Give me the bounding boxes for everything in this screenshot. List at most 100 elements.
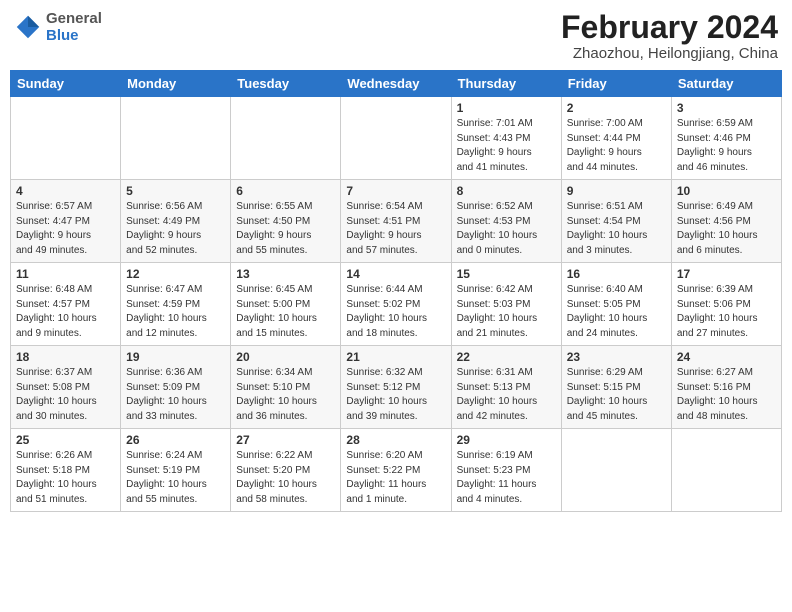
day-info: Sunrise: 6:34 AM Sunset: 5:10 PM Dayligh… — [236, 366, 335, 424]
day-number: 2 — [567, 101, 666, 115]
day-info: Sunrise: 6:57 AM Sunset: 4:47 PM Dayligh… — [16, 200, 115, 258]
day-info: Sunrise: 6:36 AM Sunset: 5:09 PM Dayligh… — [126, 366, 225, 424]
calendar-week-1: 1Sunrise: 7:01 AM Sunset: 4:43 PM Daylig… — [11, 97, 782, 180]
day-info: Sunrise: 6:40 AM Sunset: 5:05 PM Dayligh… — [567, 283, 666, 341]
page-header: General Blue February 2024 Zhaozhou, Hei… — [10, 10, 782, 62]
weekday-header-friday: Friday — [561, 71, 671, 97]
calendar-cell — [231, 97, 341, 180]
day-number: 24 — [677, 350, 776, 364]
calendar-cell: 2Sunrise: 7:00 AM Sunset: 4:44 PM Daylig… — [561, 97, 671, 180]
calendar-cell: 20 Sunrise: 6:34 AM Sunset: 5:10 PM Dayli… — [231, 346, 341, 429]
day-info: Sunrise: 6:20 AM Sunset: 5:22 PM Dayligh… — [346, 449, 445, 507]
day-number: 4 — [16, 184, 115, 198]
day-number: 27 — [236, 433, 335, 447]
calendar-cell: 6 Sunrise: 6:55 AM Sunset: 4:50 PM Daylig… — [231, 180, 341, 263]
day-number: 28 — [346, 433, 445, 447]
calendar-cell: 26Sunrise: 6:24 AM Sunset: 5:19 PM Dayli… — [121, 429, 231, 512]
calendar-cell: 17 Sunrise: 6:39 AM Sunset: 5:06 PM Dayli… — [671, 263, 781, 346]
day-info: Sunrise: 7:01 AM Sunset: 4:43 PM Dayligh… — [457, 117, 556, 175]
day-number: 9 — [567, 184, 666, 198]
calendar-cell: 25 Sunrise: 6:26 AM Sunset: 5:18 PM Dayli… — [11, 429, 121, 512]
location-subtitle: Zhaozhou, Heilongjiang, China — [561, 45, 778, 62]
calendar-cell: 18Sunrise: 6:37 AM Sunset: 5:08 PM Dayli… — [11, 346, 121, 429]
weekday-header-monday: Monday — [121, 71, 231, 97]
day-number: 23 — [567, 350, 666, 364]
calendar-cell: 14 Sunrise: 6:44 AM Sunset: 5:02 PM Dayli… — [341, 263, 451, 346]
weekday-header-tuesday: Tuesday — [231, 71, 341, 97]
day-info: Sunrise: 6:51 AM Sunset: 4:54 PM Dayligh… — [567, 200, 666, 258]
calendar-week-4: 18Sunrise: 6:37 AM Sunset: 5:08 PM Dayli… — [11, 346, 782, 429]
day-info: Sunrise: 6:29 AM Sunset: 5:15 PM Dayligh… — [567, 366, 666, 424]
calendar-cell — [561, 429, 671, 512]
calendar-cell: 13 Sunrise: 6:45 AM Sunset: 5:00 PM Dayli… — [231, 263, 341, 346]
day-number: 14 — [346, 267, 445, 281]
day-number: 13 — [236, 267, 335, 281]
calendar-cell: 8Sunrise: 6:52 AM Sunset: 4:53 PM Daylig… — [451, 180, 561, 263]
day-number: 22 — [457, 350, 556, 364]
month-title: February 2024 — [561, 10, 778, 45]
day-info: Sunrise: 6:22 AM Sunset: 5:20 PM Dayligh… — [236, 449, 335, 507]
calendar-cell: 1Sunrise: 7:01 AM Sunset: 4:43 PM Daylig… — [451, 97, 561, 180]
day-info: Sunrise: 6:19 AM Sunset: 5:23 PM Dayligh… — [457, 449, 556, 507]
calendar-cell: 4 Sunrise: 6:57 AM Sunset: 4:47 PM Daylig… — [11, 180, 121, 263]
calendar-table: SundayMondayTuesdayWednesdayThursdayFrid… — [10, 70, 782, 512]
weekday-header-thursday: Thursday — [451, 71, 561, 97]
day-info: Sunrise: 6:49 AM Sunset: 4:56 PM Dayligh… — [677, 200, 776, 258]
calendar-cell: 10Sunrise: 6:49 AM Sunset: 4:56 PM Dayli… — [671, 180, 781, 263]
day-number: 16 — [567, 267, 666, 281]
day-info: Sunrise: 6:42 AM Sunset: 5:03 PM Dayligh… — [457, 283, 556, 341]
calendar-cell — [341, 97, 451, 180]
weekday-header-wednesday: Wednesday — [341, 71, 451, 97]
calendar-cell: 22 Sunrise: 6:31 AM Sunset: 5:13 PM Dayli… — [451, 346, 561, 429]
calendar-cell — [11, 97, 121, 180]
logo-text: General Blue — [46, 10, 102, 44]
calendar-cell: 7 Sunrise: 6:54 AM Sunset: 4:51 PM Daylig… — [341, 180, 451, 263]
day-info: Sunrise: 6:26 AM Sunset: 5:18 PM Dayligh… — [16, 449, 115, 507]
logo: General Blue — [14, 10, 102, 44]
weekday-header-row: SundayMondayTuesdayWednesdayThursdayFrid… — [11, 71, 782, 97]
calendar-cell: 27 Sunrise: 6:22 AM Sunset: 5:20 PM Dayli… — [231, 429, 341, 512]
weekday-header-saturday: Saturday — [671, 71, 781, 97]
calendar-cell — [671, 429, 781, 512]
calendar-cell: 5Sunrise: 6:56 AM Sunset: 4:49 PM Daylig… — [121, 180, 231, 263]
calendar-cell — [121, 97, 231, 180]
day-number: 7 — [346, 184, 445, 198]
day-info: Sunrise: 6:45 AM Sunset: 5:00 PM Dayligh… — [236, 283, 335, 341]
weekday-header-sunday: Sunday — [11, 71, 121, 97]
day-info: Sunrise: 6:59 AM Sunset: 4:46 PM Dayligh… — [677, 117, 776, 175]
day-info: Sunrise: 6:55 AM Sunset: 4:50 PM Dayligh… — [236, 200, 335, 258]
day-number: 5 — [126, 184, 225, 198]
calendar-week-5: 25 Sunrise: 6:26 AM Sunset: 5:18 PM Dayli… — [11, 429, 782, 512]
day-info: Sunrise: 6:47 AM Sunset: 4:59 PM Dayligh… — [126, 283, 225, 341]
day-number: 6 — [236, 184, 335, 198]
title-block: February 2024 Zhaozhou, Heilongjiang, Ch… — [561, 10, 778, 62]
calendar-cell: 3 Sunrise: 6:59 AM Sunset: 4:46 PM Daylig… — [671, 97, 781, 180]
logo-icon — [14, 13, 42, 41]
day-info: Sunrise: 6:39 AM Sunset: 5:06 PM Dayligh… — [677, 283, 776, 341]
day-number: 25 — [16, 433, 115, 447]
day-info: Sunrise: 6:32 AM Sunset: 5:12 PM Dayligh… — [346, 366, 445, 424]
day-info: Sunrise: 6:31 AM Sunset: 5:13 PM Dayligh… — [457, 366, 556, 424]
day-number: 15 — [457, 267, 556, 281]
calendar-cell: 23 Sunrise: 6:29 AM Sunset: 5:15 PM Dayli… — [561, 346, 671, 429]
calendar-cell: 11Sunrise: 6:48 AM Sunset: 4:57 PM Dayli… — [11, 263, 121, 346]
calendar-cell: 28 Sunrise: 6:20 AM Sunset: 5:22 PM Dayli… — [341, 429, 451, 512]
day-number: 11 — [16, 267, 115, 281]
logo-blue: Blue — [46, 27, 102, 44]
day-info: Sunrise: 6:44 AM Sunset: 5:02 PM Dayligh… — [346, 283, 445, 341]
calendar-cell: 21Sunrise: 6:32 AM Sunset: 5:12 PM Dayli… — [341, 346, 451, 429]
calendar-cell: 19Sunrise: 6:36 AM Sunset: 5:09 PM Dayli… — [121, 346, 231, 429]
day-info: Sunrise: 6:27 AM Sunset: 5:16 PM Dayligh… — [677, 366, 776, 424]
day-number: 20 — [236, 350, 335, 364]
calendar-cell: 29Sunrise: 6:19 AM Sunset: 5:23 PM Dayli… — [451, 429, 561, 512]
calendar-cell: 9 Sunrise: 6:51 AM Sunset: 4:54 PM Daylig… — [561, 180, 671, 263]
day-number: 18 — [16, 350, 115, 364]
day-info: Sunrise: 6:24 AM Sunset: 5:19 PM Dayligh… — [126, 449, 225, 507]
day-info: Sunrise: 6:54 AM Sunset: 4:51 PM Dayligh… — [346, 200, 445, 258]
day-number: 12 — [126, 267, 225, 281]
day-number: 17 — [677, 267, 776, 281]
calendar-cell: 15 Sunrise: 6:42 AM Sunset: 5:03 PM Dayli… — [451, 263, 561, 346]
day-number: 8 — [457, 184, 556, 198]
day-number: 3 — [677, 101, 776, 115]
logo-general: General — [46, 10, 102, 27]
